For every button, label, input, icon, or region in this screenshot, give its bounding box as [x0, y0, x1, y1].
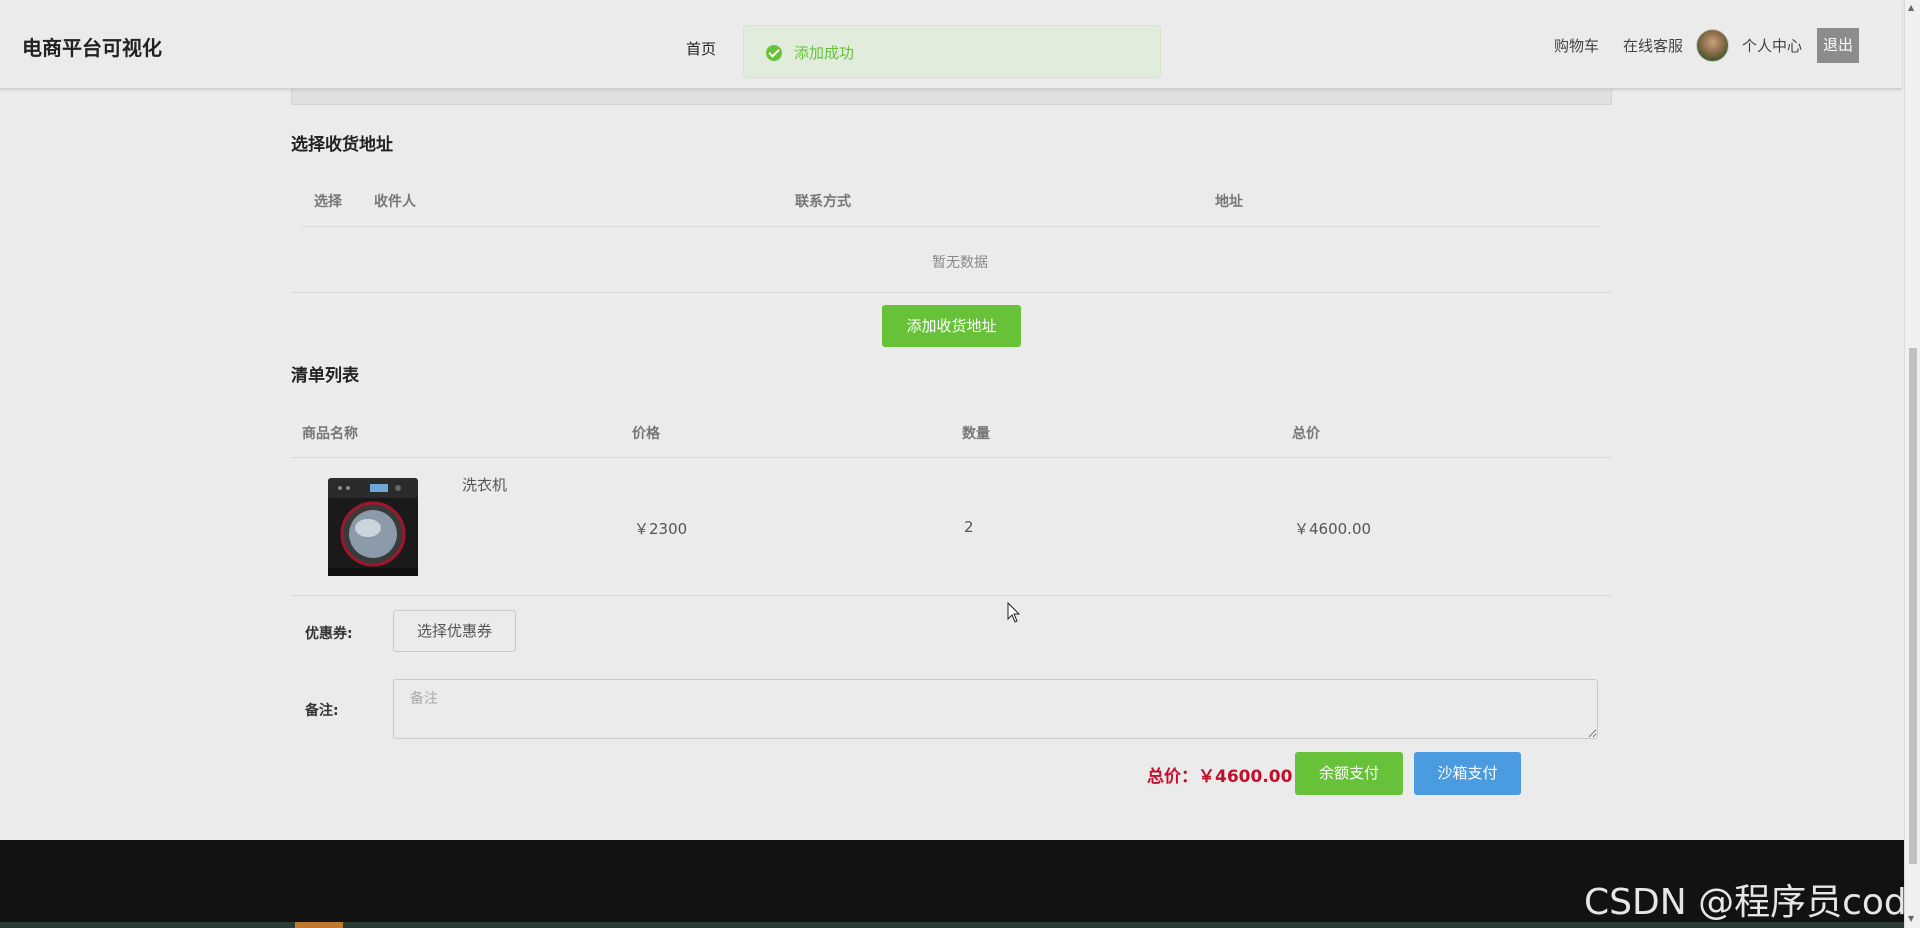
sandbox-pay-button[interactable]: 沙箱支付	[1414, 752, 1521, 795]
balance-pay-button[interactable]: 余额支付	[1295, 752, 1403, 795]
add-address-button[interactable]: 添加收货地址	[882, 305, 1021, 347]
address-section-title: 选择收货地址	[291, 135, 393, 155]
user-avatar[interactable]	[1696, 29, 1729, 62]
address-table-bottom	[291, 292, 1612, 293]
taskbar-active-tab	[295, 922, 343, 928]
order-col-name: 商品名称	[302, 426, 358, 442]
washing-machine-image	[328, 478, 418, 576]
order-total: 总价：￥4600.00	[1147, 767, 1293, 787]
address-col-recipient: 收件人	[374, 194, 416, 210]
remark-label: 备注:	[305, 703, 339, 719]
order-col-price: 价格	[632, 426, 660, 442]
nav-profile-link[interactable]: 个人中心	[1742, 35, 1802, 56]
nav-cart-link[interactable]: 购物车	[1554, 35, 1599, 56]
logout-button[interactable]: 退出	[1817, 28, 1859, 63]
select-coupon-button[interactable]: 选择优惠券	[393, 610, 516, 652]
panel-edge	[291, 89, 1612, 105]
order-col-total: 总价	[1292, 426, 1320, 442]
toast-message: 添加成功	[794, 44, 855, 62]
page-scrollbar[interactable]: ▲ ▼	[1904, 0, 1920, 928]
scroll-down-icon[interactable]: ▼	[1908, 914, 1914, 923]
address-col-select: 选择	[314, 194, 342, 210]
product-price: ￥2300	[634, 520, 688, 538]
watermark-text: CSDN @程序员code	[1584, 882, 1920, 923]
address-col-address: 地址	[1215, 194, 1243, 210]
check-circle-icon	[766, 45, 782, 61]
order-col-quantity: 数量	[962, 426, 990, 442]
site-brand[interactable]: 电商平台可视化	[22, 32, 162, 61]
nav-service-link[interactable]: 在线客服	[1623, 35, 1683, 56]
product-name: 洗衣机	[462, 476, 508, 494]
remark-textarea[interactable]	[393, 679, 1598, 739]
product-quantity: 2	[964, 518, 974, 536]
mouse-cursor-icon	[1007, 602, 1021, 623]
address-empty-text: 暂无数据	[932, 255, 988, 271]
order-section-title: 清单列表	[291, 366, 359, 386]
address-header-divider	[302, 226, 1600, 227]
scroll-up-icon[interactable]: ▲	[1908, 3, 1914, 12]
product-subtotal: ￥4600.00	[1294, 520, 1372, 538]
scrollbar-thumb[interactable]	[1909, 348, 1917, 864]
success-toast: 添加成功	[743, 25, 1161, 78]
address-col-contact: 联系方式	[795, 194, 851, 210]
order-table-bottom	[291, 595, 1612, 596]
nav-home-link[interactable]: 首页	[686, 38, 716, 59]
coupon-label: 优惠券:	[305, 626, 353, 642]
order-header-divider	[291, 457, 1612, 458]
